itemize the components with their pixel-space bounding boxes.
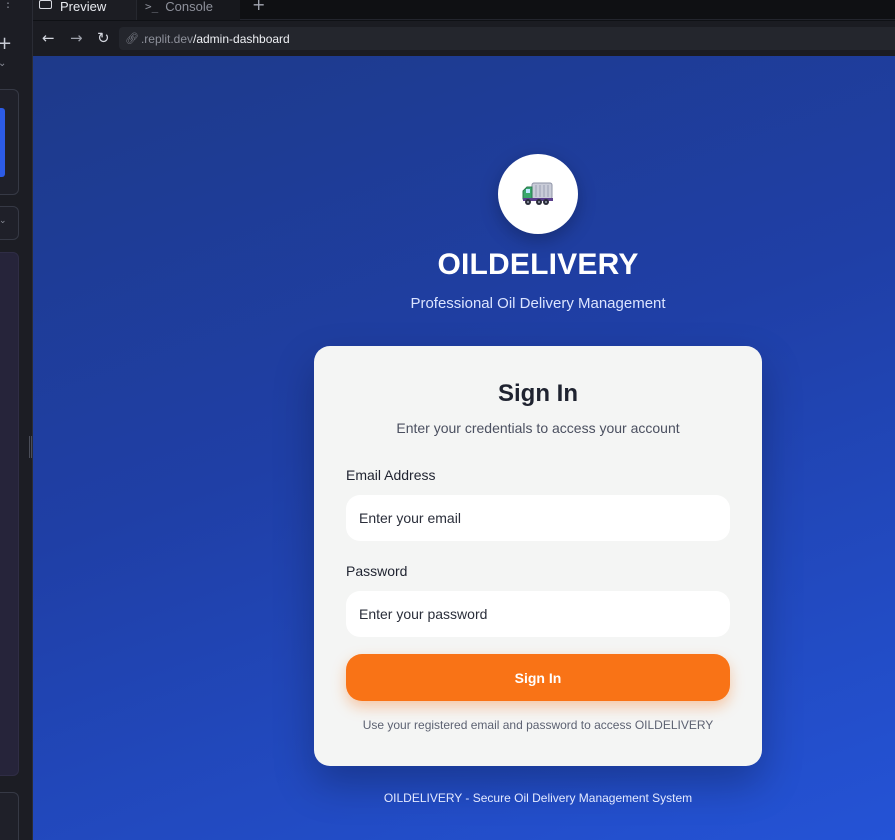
signin-title: Sign In (498, 380, 578, 407)
chevron-down-icon: ⌄ (0, 216, 7, 226)
plus-icon[interactable]: + (252, 0, 265, 14)
signin-subtitle: Enter your credentials to access your ac… (396, 420, 680, 436)
email-field[interactable] (346, 495, 730, 541)
signin-button[interactable]: Sign In (346, 654, 730, 701)
footer-text: OILDELIVERY - Secure Oil Delivery Manage… (383, 791, 693, 805)
sidebar-card-bottom (0, 792, 19, 840)
logo-badge (498, 154, 578, 234)
tab-preview[interactable]: Preview (33, 0, 136, 20)
url-input[interactable]: 🔗︎ .replit.dev/admin-dashboard (119, 27, 895, 50)
signin-hint: Use your registered email and password t… (362, 718, 714, 732)
truck-icon (522, 182, 553, 205)
brand-tagline: Professional Oil Delivery Management (410, 295, 666, 312)
email-label: Email Address (346, 467, 436, 483)
browser-toolbar: ← → ↻ 🔗︎ .replit.dev/admin-dashboard (33, 21, 895, 56)
more-icon[interactable]: ⋮ (2, 0, 14, 10)
tab-console-label: Console (165, 0, 213, 14)
brand-title: OILDELIVERY (437, 248, 639, 281)
password-label: Password (346, 563, 408, 579)
tab-bar: Preview >_ Console + (33, 0, 895, 20)
password-field[interactable] (346, 591, 730, 637)
reload-icon[interactable]: ↻ (97, 29, 110, 47)
tab-preview-label: Preview (60, 0, 107, 14)
signin-card: Sign In Enter your credentials to access… (314, 346, 762, 766)
link-icon: 🔗︎ (125, 32, 139, 45)
back-arrow-icon[interactable]: ← (42, 29, 55, 47)
resize-handle[interactable] (29, 436, 32, 458)
sidebar-card-highlight[interactable] (0, 108, 5, 177)
editor-sidebar-strip: ⋮ + ⌄ ⌄ (0, 0, 33, 840)
url-path: /admin-dashboard (193, 31, 290, 46)
preview-pane: OILDELIVERY Professional Oil Delivery Ma… (33, 56, 895, 840)
tab-console[interactable]: >_ Console (136, 0, 240, 20)
plus-icon[interactable]: + (0, 33, 12, 54)
forward-arrow-icon[interactable]: → (70, 29, 83, 47)
url-domain: .replit.dev (140, 31, 193, 46)
monitor-icon (39, 0, 53, 12)
sidebar-panel (0, 252, 19, 776)
chevron-down-icon[interactable]: ⌄ (0, 58, 6, 69)
terminal-icon: >_ (145, 0, 159, 13)
